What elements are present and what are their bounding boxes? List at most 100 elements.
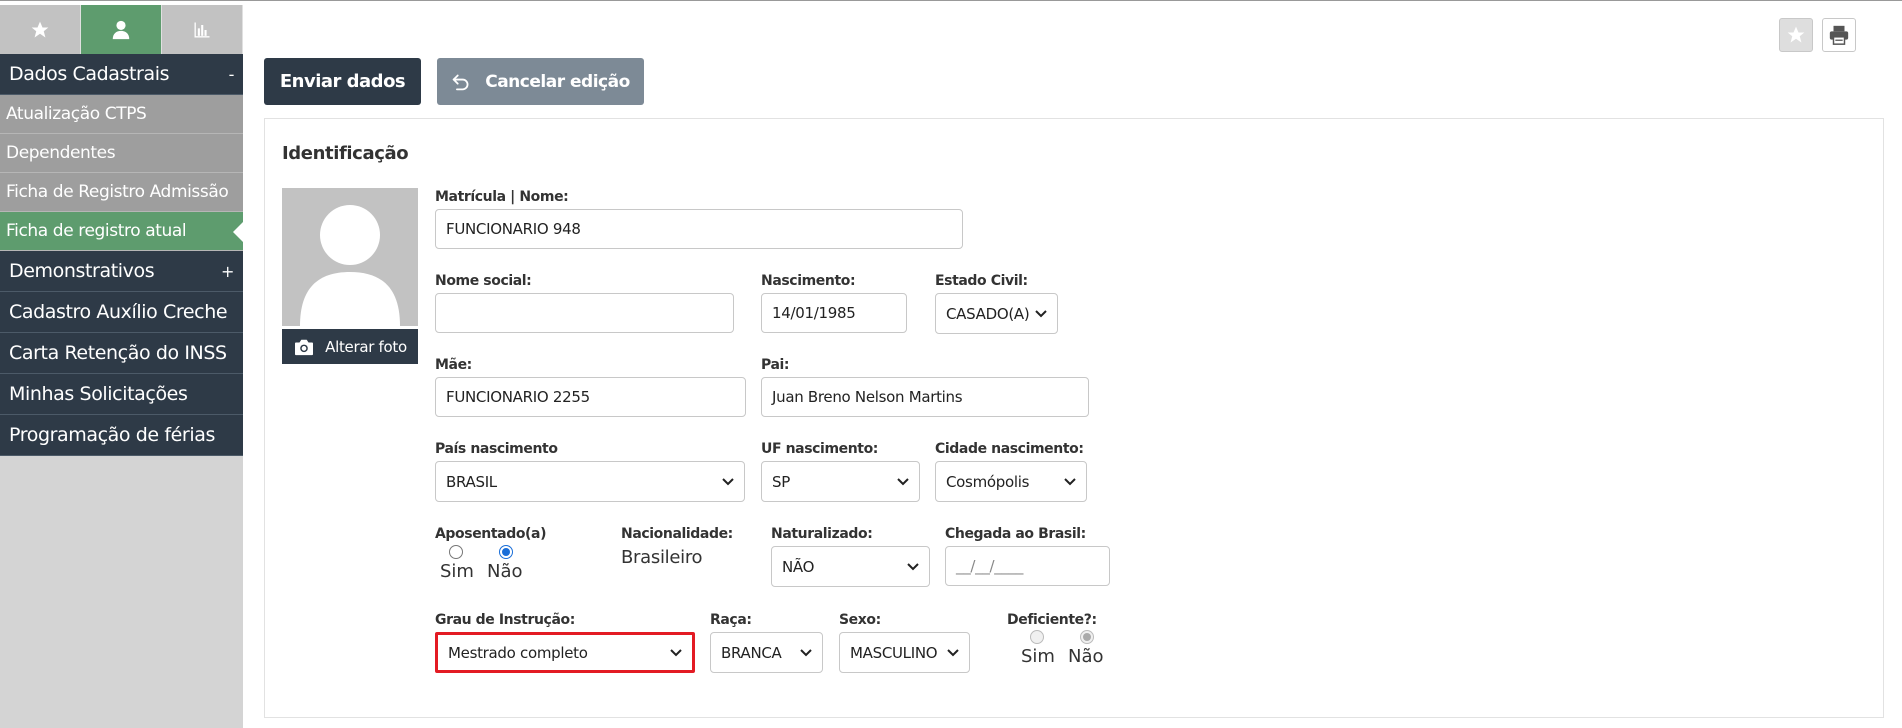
tab-favorites[interactable] — [0, 5, 81, 54]
birth-city-select[interactable]: Cosmópolis — [935, 461, 1087, 502]
collapse-toggle: - — [228, 64, 235, 84]
disabled-no-label: Não — [1068, 646, 1104, 667]
chevron-down-icon — [670, 648, 682, 656]
sidebar-section-label: Cadastro Auxílio Creche — [9, 301, 228, 323]
mother-label: Mãe: — [435, 357, 472, 373]
change-photo-label: Alterar foto — [325, 337, 407, 356]
sidebar-section-dados-cadastrais[interactable]: Dados Cadastrais - — [0, 54, 243, 95]
favorite-button[interactable] — [1779, 18, 1813, 52]
sidebar-item-label: Ficha de registro atual — [6, 221, 187, 241]
retired-label: Aposentado(a) — [435, 526, 547, 542]
chevron-down-icon — [947, 648, 959, 656]
arrival-brazil-field[interactable]: __/__/____ — [945, 546, 1110, 586]
avatar-placeholder-icon — [300, 205, 400, 326]
naturalized-value: NÃO — [782, 557, 815, 576]
printer-icon — [1829, 25, 1849, 45]
chevron-down-icon — [1035, 309, 1047, 317]
sidebar-item-carta-inss[interactable]: Carta Retenção do INSS — [0, 333, 243, 374]
marital-status-select[interactable]: CASADO(A) — [935, 293, 1058, 334]
disabled-no-radio[interactable] — [1080, 630, 1094, 644]
retired-no-label: Não — [487, 561, 523, 582]
sidebar-section-label: Carta Retenção do INSS — [9, 342, 227, 364]
race-label: Raça: — [710, 612, 752, 628]
birth-city-label: Cidade nascimento: — [935, 441, 1084, 457]
education-select[interactable]: Mestrado completo — [435, 632, 695, 673]
birth-date-label: Nascimento: — [761, 273, 856, 289]
chevron-down-icon — [907, 562, 919, 570]
birth-country-value: BRASIL — [446, 472, 497, 491]
sidebar-item-ficha-atual[interactable]: Ficha de registro atual — [0, 212, 243, 251]
nationality-value: Brasileiro — [621, 547, 703, 568]
sidebar-item-solicitacoes[interactable]: Minhas Solicitações — [0, 374, 243, 415]
birth-state-select[interactable]: SP — [761, 461, 920, 502]
sex-value: MASCULINO — [850, 643, 938, 662]
sidebar-item-label: Dependentes — [6, 143, 116, 163]
social-name-label: Nome social: — [435, 273, 532, 289]
marital-status-value: CASADO(A) — [946, 304, 1030, 323]
sidebar-section-demonstrativos[interactable]: Demonstrativos + — [0, 251, 243, 292]
sidebar-item-dependentes[interactable]: Dependentes — [0, 134, 243, 173]
undo-icon — [452, 74, 469, 90]
cancel-edit-label: Cancelar edição — [485, 71, 630, 92]
education-value: Mestrado completo — [448, 643, 588, 662]
star-icon — [1787, 26, 1805, 43]
user-icon — [112, 20, 130, 39]
identification-panel: Identificação Alterar foto Matrícula | N… — [264, 118, 1884, 718]
birth-country-select[interactable]: BRASIL — [435, 461, 745, 502]
sex-label: Sexo: — [839, 612, 881, 628]
arrival-brazil-label: Chegada ao Brasil: — [945, 526, 1086, 542]
retired-yes-label: Sim — [440, 561, 474, 582]
tab-profile[interactable] — [81, 5, 162, 54]
marital-status-label: Estado Civil: — [935, 273, 1028, 289]
sidebar: Dados Cadastrais - Atualização CTPS Depe… — [0, 5, 243, 728]
nationality-label: Nacionalidade: — [621, 526, 733, 542]
camera-icon — [295, 339, 314, 355]
chevron-down-icon — [800, 648, 812, 656]
naturalized-label: Naturalizado: — [771, 526, 873, 542]
sidebar-section-label: Dados Cadastrais — [9, 63, 170, 85]
sidebar-item-label: Atualização CTPS — [6, 104, 147, 124]
cancel-edit-button[interactable]: Cancelar edição — [437, 58, 644, 105]
birth-state-value: SP — [772, 472, 790, 491]
education-label: Grau de Instrução: — [435, 612, 575, 628]
profile-photo — [282, 188, 418, 326]
sidebar-item-ferias[interactable]: Programação de férias — [0, 415, 243, 456]
disabled-person-label: Deficiente?: — [1007, 612, 1097, 628]
race-value: BRANCA — [721, 643, 782, 662]
main-content: Enviar dados Cancelar edição Identificaç… — [243, 5, 1902, 728]
father-field[interactable]: Juan Breno Nelson Martins — [761, 377, 1089, 417]
father-label: Pai: — [761, 357, 790, 373]
retired-yes-radio[interactable] — [449, 545, 463, 559]
panel-title: Identificação — [282, 143, 409, 164]
expand-toggle: + — [220, 261, 234, 281]
chevron-down-icon — [897, 477, 909, 485]
birth-city-value: Cosmópolis — [946, 472, 1030, 491]
sidebar-item-ficha-admissao[interactable]: Ficha de Registro Admissão — [0, 173, 243, 212]
send-data-button[interactable]: Enviar dados — [264, 58, 421, 105]
race-select[interactable]: BRANCA — [710, 632, 823, 673]
matricula-name-field[interactable]: FUNCIONARIO 948 — [435, 209, 963, 249]
matricula-label: Matrícula | Nome: — [435, 189, 569, 205]
change-photo-button[interactable]: Alterar foto — [282, 329, 418, 364]
star-icon — [31, 21, 49, 37]
birth-date-field[interactable]: 14/01/1985 — [761, 293, 907, 333]
chevron-down-icon — [722, 477, 734, 485]
disabled-yes-radio[interactable] — [1030, 630, 1044, 644]
sidebar-item-label: Ficha de Registro Admissão — [6, 182, 229, 202]
retired-no-radio[interactable] — [499, 545, 513, 559]
social-name-field[interactable] — [435, 293, 734, 333]
bar-chart-icon — [194, 22, 210, 37]
sex-select[interactable]: MASCULINO — [839, 632, 970, 673]
tab-reports[interactable] — [162, 5, 243, 54]
print-button[interactable] — [1822, 18, 1856, 52]
sidebar-section-label: Demonstrativos — [9, 260, 155, 282]
sidebar-section-label: Programação de férias — [9, 424, 215, 446]
sidebar-item-atualizacao-ctps[interactable]: Atualização CTPS — [0, 95, 243, 134]
naturalized-select[interactable]: NÃO — [771, 546, 930, 587]
chevron-down-icon — [1064, 477, 1076, 485]
birth-country-label: País nascimento — [435, 441, 558, 457]
sidebar-item-auxilio-creche[interactable]: Cadastro Auxílio Creche — [0, 292, 243, 333]
mother-field[interactable]: FUNCIONARIO 2255 — [435, 377, 746, 417]
sidebar-section-label: Minhas Solicitações — [9, 383, 188, 405]
sidebar-tabs — [0, 5, 243, 54]
